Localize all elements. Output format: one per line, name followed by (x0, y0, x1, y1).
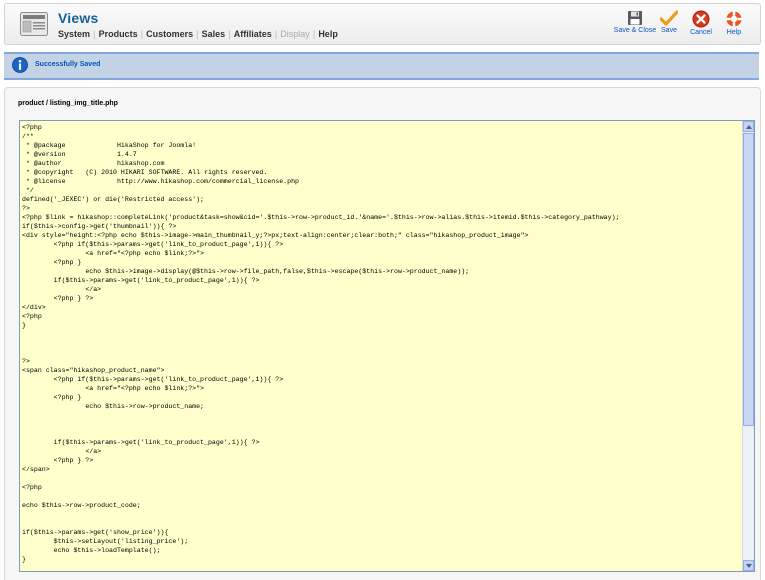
scroll-up-button[interactable] (743, 121, 754, 132)
scroll-down-button[interactable] (743, 560, 754, 571)
code-textarea[interactable]: <?php /** * @package HikaShop for Joomla… (20, 121, 743, 571)
menu-item-system[interactable]: System (58, 29, 93, 39)
menu-item-sales[interactable]: Sales (199, 29, 229, 39)
arrow-up-icon (746, 125, 752, 129)
views-icon (20, 12, 48, 36)
help-button[interactable]: Help (724, 10, 744, 36)
message-text: Successfully Saved (35, 61, 101, 68)
top-menu: System | Products | Customers | Sales | Affiliat… (58, 29, 341, 39)
success-message: Successfully Saved (4, 52, 759, 80)
info-icon (12, 57, 28, 73)
save-close-label: Save & Close (613, 27, 657, 34)
scroll-thumb[interactable] (743, 133, 754, 426)
menu-item-help[interactable]: Help (315, 29, 341, 39)
cancel-icon (692, 10, 710, 28)
arrow-down-icon (746, 564, 752, 568)
help-lifebuoy-icon (726, 11, 742, 27)
save-close-button[interactable]: Save & Close (610, 10, 660, 34)
save-button[interactable]: Save (659, 10, 679, 34)
menu-item-affiliates[interactable]: Affiliates (231, 29, 275, 39)
vertical-scrollbar[interactable] (742, 121, 754, 571)
code-editor[interactable]: <?php /** * @package HikaShop for Joomla… (19, 120, 755, 572)
checkmark-icon (660, 10, 678, 26)
help-label: Help (726, 29, 742, 36)
edit-panel: product / listing_img_title.php <?php /*… (4, 87, 761, 580)
save-label: Save (661, 27, 677, 34)
cancel-button[interactable]: Cancel (688, 10, 714, 36)
toolbar: Views System | Products | Customers | Sales | Af… (4, 3, 761, 45)
menu-item-products[interactable]: Products (96, 29, 141, 39)
page-title: Views (58, 10, 99, 26)
file-path: product / listing_img_title.php (18, 100, 118, 107)
cancel-label: Cancel (690, 29, 712, 36)
floppy-disk-icon (628, 11, 642, 25)
menu-item-display: Display (280, 29, 310, 39)
menu-item-customers[interactable]: Customers (143, 29, 196, 39)
